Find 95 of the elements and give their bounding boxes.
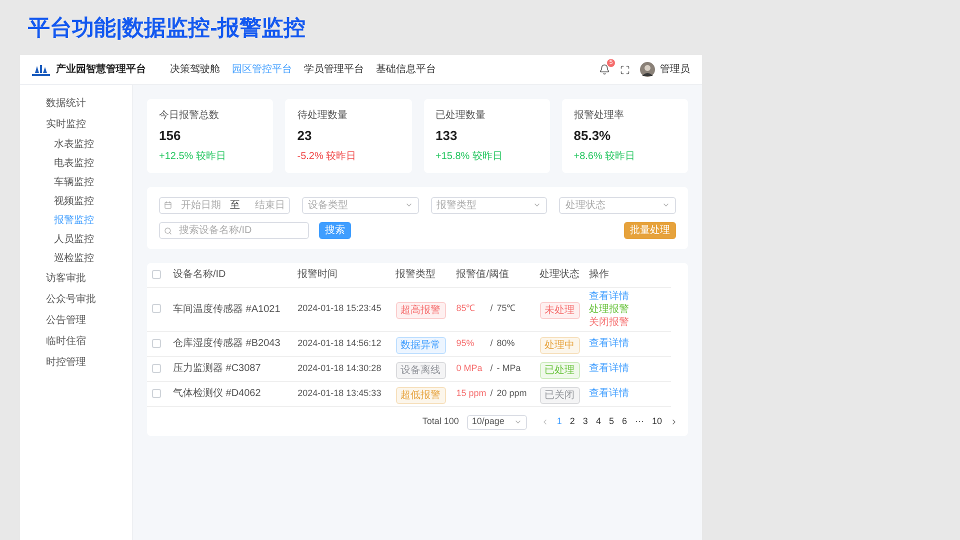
nav-tab[interactable]: 学员管理平台 bbox=[304, 62, 364, 77]
sidebar-item[interactable]: 访客审批 bbox=[20, 268, 132, 289]
sidebar-item[interactable]: 实时监控 bbox=[20, 114, 132, 135]
separator: / bbox=[490, 388, 493, 398]
range-separator: 至 bbox=[230, 198, 240, 212]
column-header: 报警值/阈值 bbox=[456, 262, 540, 287]
fullscreen-icon[interactable] bbox=[620, 64, 630, 74]
column-header: 处理状态 bbox=[540, 262, 589, 287]
tag: 数据异常 bbox=[396, 336, 446, 354]
threshold-value: 20 ppm bbox=[496, 388, 527, 398]
start-date-placeholder: 开始日期 bbox=[181, 198, 221, 212]
sidebar-item[interactable]: 人员监控 bbox=[20, 230, 132, 249]
stat-change: -5.2% 较昨日 bbox=[297, 150, 358, 164]
stat-label: 报警处理率 bbox=[574, 108, 625, 123]
separator: / bbox=[490, 362, 493, 373]
stat-label: 已处理数量 bbox=[436, 108, 486, 123]
tag: 设备离线 bbox=[396, 362, 446, 378]
threshold-value: 75℃ bbox=[496, 303, 516, 314]
nav-tab[interactable]: 基础信息平台 bbox=[376, 62, 436, 77]
tag: 处理中 bbox=[540, 336, 580, 354]
checkbox[interactable] bbox=[152, 304, 161, 313]
stat-change: +15.8% 较昨日 bbox=[436, 150, 504, 164]
page-link[interactable]: 4 bbox=[596, 415, 601, 429]
sidebar-item[interactable]: 水表监控 bbox=[20, 135, 132, 154]
column-header: 操作 bbox=[589, 262, 671, 287]
stat-label: 今日报警总数 bbox=[159, 108, 220, 123]
sidebar-item[interactable]: 巡检监控 bbox=[20, 249, 132, 268]
checkbox[interactable] bbox=[152, 338, 161, 348]
column-header: 报警类型 bbox=[396, 262, 456, 287]
nav-tab[interactable]: 决策驾驶舱 bbox=[170, 62, 220, 77]
table-cell: 2024-01-18 15:23:45 bbox=[298, 287, 396, 331]
user-name: 管理员 bbox=[660, 63, 690, 77]
stat-label: 待处理数量 bbox=[297, 108, 348, 123]
table-cell: 压力监测器 #C3087 bbox=[173, 356, 298, 381]
calendar-icon bbox=[164, 201, 172, 209]
sidebar-item[interactable]: 公众号审批 bbox=[20, 289, 132, 310]
tag: 未处理 bbox=[540, 302, 580, 319]
logo-icon bbox=[32, 64, 50, 76]
checkbox[interactable] bbox=[152, 270, 161, 278]
chevron-down-icon bbox=[662, 201, 670, 209]
alarm-value: 15 ppm bbox=[456, 386, 486, 400]
table-cell: 车间温度传感器 #A1021 bbox=[173, 287, 298, 331]
alarm-value: 85℃ bbox=[456, 302, 476, 316]
sidebar-item[interactable]: 公告管理 bbox=[20, 310, 132, 331]
sidebar-item[interactable]: 电表监控 bbox=[20, 154, 132, 173]
tag: 超高报警 bbox=[396, 302, 446, 319]
threshold-value: - MPa bbox=[496, 362, 521, 373]
stat-value: 85.3% bbox=[574, 127, 612, 145]
bell-icon[interactable] bbox=[599, 64, 610, 75]
page-link[interactable]: 2 bbox=[570, 415, 575, 429]
page-link[interactable]: ··· bbox=[634, 415, 644, 429]
date-range-field[interactable]: 开始日期 至 结束日 bbox=[159, 196, 290, 214]
table-cell: 2024-01-18 14:56:12 bbox=[298, 331, 396, 356]
tag: 已处理 bbox=[540, 362, 580, 378]
stat-change: +8.6% 较昨日 bbox=[574, 150, 636, 164]
next-page-icon[interactable] bbox=[670, 418, 678, 426]
alarm-value: 95% bbox=[456, 336, 476, 350]
sidebar-item[interactable]: 临时住宿 bbox=[20, 331, 132, 352]
page-link[interactable]: 6 bbox=[622, 415, 627, 429]
page-link[interactable]: 5 bbox=[608, 415, 614, 429]
table-cell: 2024-01-18 13:45:33 bbox=[298, 381, 396, 406]
chevron-down-icon bbox=[514, 418, 522, 426]
search-field[interactable]: 搜索设备名称/ID bbox=[159, 222, 309, 238]
sidebar-item[interactable]: 数据统计 bbox=[20, 93, 132, 114]
alarm-value: 0 MPa bbox=[456, 362, 484, 375]
chevron-down-icon bbox=[404, 201, 413, 209]
chevron-down-icon bbox=[533, 201, 542, 209]
page-link[interactable]: 3 bbox=[582, 415, 588, 429]
table-cell: 气体检测仪 #D4062 bbox=[173, 381, 298, 406]
column-header: 报警时间 bbox=[298, 262, 396, 287]
column-header: 设备名称/ID bbox=[173, 262, 298, 287]
app-name: 产业园智慧管理平台 bbox=[56, 62, 146, 77]
slide-title: 平台功能|数据监控-报警监控 bbox=[28, 14, 306, 42]
tag: 已关闭 bbox=[540, 386, 580, 404]
table-cell: 2024-01-18 14:30:28 bbox=[298, 356, 396, 381]
tag: 超低报警 bbox=[396, 386, 446, 404]
end-date-placeholder: 结束日 bbox=[255, 198, 285, 212]
separator: / bbox=[490, 303, 493, 314]
avatar-icon[interactable] bbox=[640, 62, 655, 77]
table-cell: 仓库湿度传感器 #B2043 bbox=[173, 331, 298, 356]
total-count: Total 100 bbox=[422, 415, 459, 428]
sidebar-item[interactable]: 车辆监控 bbox=[20, 173, 132, 192]
stat-value: 23 bbox=[297, 127, 313, 145]
separator: / bbox=[490, 338, 493, 348]
stat-value: 133 bbox=[436, 127, 458, 145]
page-link[interactable]: 10 bbox=[652, 415, 662, 429]
page-size-select[interactable]: 10/page bbox=[466, 414, 527, 430]
checkbox[interactable] bbox=[152, 364, 161, 372]
sidebar-item[interactable]: 时控管理 bbox=[20, 352, 132, 373]
stat-value: 156 bbox=[159, 127, 182, 145]
search-icon bbox=[164, 226, 172, 234]
stat-change: +12.5% 较昨日 bbox=[159, 150, 227, 164]
checkbox[interactable] bbox=[152, 388, 161, 398]
threshold-value: 80% bbox=[496, 338, 515, 348]
sidebar-item[interactable]: 视频监控 bbox=[20, 192, 132, 211]
